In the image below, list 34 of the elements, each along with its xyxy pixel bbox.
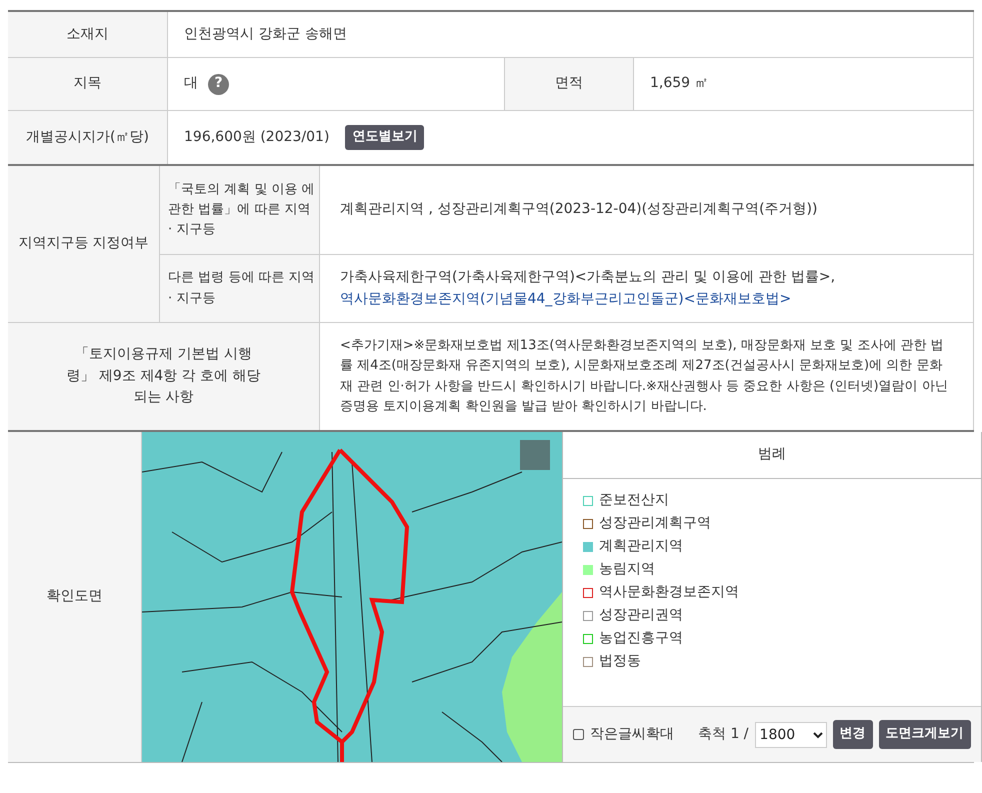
legend-label: 역사문화환경보존지역 (599, 583, 739, 602)
zone-value: 계획관리지역 , 성장관리계획구역(2023-12-04)(성장관리계획구역(주거형)) (340, 200, 818, 220)
legend-label: 성장관리계획구역 (599, 514, 711, 534)
change-button[interactable]: 변경 (832, 720, 873, 749)
enlarge-checkbox[interactable] (573, 729, 584, 740)
legend-label: 준보전산지 (599, 491, 669, 510)
row-label: 지목 (74, 74, 102, 94)
enlarge-map-button[interactable]: 도면크게보기 (878, 720, 971, 749)
zone-value: 가축사육제한구역(가축사육제한구역)<가축분뇨의 관리 및 이용에 관한 법률>, 역사문화환경보존지역(기념물44_강화부근리고인돌군)<문화재보호법> (340, 268, 836, 308)
address-value: 인천광역시 강화군 송해면 (184, 24, 347, 44)
help-icon[interactable]: ? (208, 74, 229, 94)
checkbox-label: 작은글씨확대 (590, 724, 674, 744)
scale-label: 축척 1 / (698, 724, 749, 744)
land-category-value: 대 (184, 74, 198, 94)
zone-category-label: 다른 법령 등에 따른 지역 · 지구등 (168, 269, 315, 308)
area-value: 1,659 ㎡ (650, 74, 709, 94)
row-label: 면적 (555, 74, 583, 94)
legend-label: 성장관리권역 (599, 606, 683, 626)
row-label: 지역지구등 지정여부 (18, 234, 149, 254)
legend-label: 계획관리지역 (599, 537, 683, 556)
row-label: 확인도면 (46, 587, 102, 606)
row-label: 개별공시지가(㎡당) (26, 128, 149, 147)
legend-title: 범례 (758, 445, 786, 464)
row-label: 「토지이용규제 기본법 시행령」 제9조 제4항 각 호에 해당되는 사항 (65, 344, 262, 408)
row-label: 소재지 (66, 24, 108, 44)
price-value: 196,600원 (2023/01) (184, 128, 330, 147)
zone-category-label: 「국토의 계획 및 이용 에 관한 법률」에 따른 지역 · 지구등 (168, 180, 315, 240)
legend-label: 농업진흥구역 (599, 629, 683, 648)
scale-select[interactable]: 1800 (754, 722, 827, 748)
yearly-view-button[interactable]: 연도별보기 (345, 125, 424, 150)
notice-text: <추가기재>※문화재보호법 제13조(역사문화환경보존지역의 보호), 매장문화재 보호 및 조사에 관한 법률 제4조(매장문화재 유존지역의 보호), 시문화재보호조례 제27조(건설공사시 문화재보호)에 의한 문화재 관련 인·허가 사항을 반드시 확인하시기 바랍니다.※재산권행사 등 중요한 사항은 (인터넷)열람이 아닌 증명용 토지이용계획 확인원을 발급 받아 확인하시기 바랍니다. (340, 337, 949, 416)
legend-label: 법정동 (599, 652, 641, 672)
law-link[interactable]: 역사문화환경보존지역(기념물44_강화부근리고인돌군)<문화재보호법> (340, 290, 792, 306)
legend-label: 농림지역 (599, 560, 655, 580)
